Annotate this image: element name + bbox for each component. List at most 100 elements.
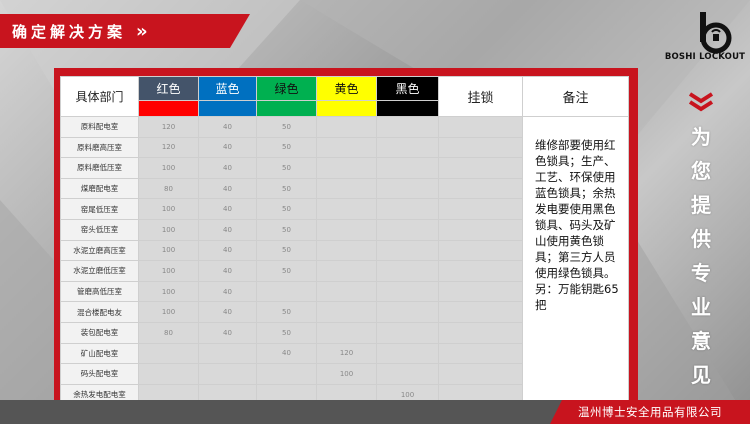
value-cell: 100 <box>138 239 199 262</box>
slogan-char: 您 <box>691 159 711 183</box>
value-cell <box>376 363 439 385</box>
value-cell <box>376 260 439 282</box>
value-cell <box>198 363 257 385</box>
value-cell: 120 <box>316 342 377 365</box>
note-text: 维修部要使用红色锁具；生产、工艺、环保使用蓝色锁具；余热发电要使用黑色锁具、码头… <box>535 138 616 280</box>
value-cell: 40 <box>198 198 257 220</box>
value-cell <box>316 301 377 323</box>
footer-company-banner: 温州博士安全用品有限公司 <box>550 400 750 424</box>
value-cell <box>316 280 377 303</box>
color-swatch-3 <box>316 100 377 117</box>
lock-cell <box>438 363 523 385</box>
dept-cell: 矿山配电室 <box>60 342 139 365</box>
value-cell <box>316 116 377 138</box>
value-cell <box>316 198 377 220</box>
value-cell <box>376 342 439 365</box>
value-cell: 50 <box>256 239 317 262</box>
value-cell <box>376 218 439 241</box>
lock-cell <box>438 218 523 241</box>
header-note: 备注 <box>522 76 629 117</box>
value-cell <box>376 239 439 262</box>
value-cell: 120 <box>138 136 199 159</box>
value-cell: 40 <box>198 177 257 200</box>
value-cell <box>376 177 439 200</box>
value-cell: 40 <box>198 218 257 241</box>
slogan-char: 意 <box>691 329 711 353</box>
lock-cell <box>438 342 523 365</box>
lock-cell <box>438 301 523 323</box>
value-cell: 100 <box>138 198 199 220</box>
value-cell: 100 <box>316 363 377 385</box>
value-cell <box>316 177 377 200</box>
value-cell: 40 <box>256 342 317 365</box>
dept-cell: 水泥立磨高压室 <box>60 239 139 262</box>
title-banner: 确定解决方案 » <box>0 14 250 48</box>
color-swatch-1 <box>198 100 257 117</box>
value-cell: 50 <box>256 218 317 241</box>
lock-cell <box>438 321 523 344</box>
value-cell <box>316 136 377 159</box>
double-chevron-down-icon <box>688 92 714 112</box>
logo-text: BOSHI LOCKOUT <box>664 52 746 62</box>
value-cell <box>316 157 377 179</box>
value-cell <box>376 198 439 220</box>
value-cell <box>376 157 439 179</box>
double-chevron-right-icon: » <box>136 20 147 42</box>
dept-cell: 原料配电室 <box>60 116 139 138</box>
value-cell <box>316 239 377 262</box>
value-cell <box>376 280 439 303</box>
value-cell: 40 <box>198 280 257 303</box>
dept-cell: 煤磨配电室 <box>60 177 139 200</box>
value-cell <box>316 218 377 241</box>
value-cell <box>376 116 439 138</box>
value-cell: 50 <box>256 116 317 138</box>
value-cell <box>138 363 199 385</box>
value-cell <box>138 342 199 365</box>
value-cell: 50 <box>256 321 317 344</box>
value-cell: 50 <box>256 136 317 159</box>
value-cell: 50 <box>256 301 317 323</box>
dept-cell: 水泥立磨低压室 <box>60 260 139 282</box>
value-cell: 40 <box>198 239 257 262</box>
value-cell: 40 <box>198 136 257 159</box>
slogan-char: 供 <box>691 227 711 251</box>
lock-cell <box>438 198 523 220</box>
dept-cell: 原料磨高压室 <box>60 136 139 159</box>
slogan-char: 为 <box>691 125 711 149</box>
value-cell: 40 <box>198 301 257 323</box>
dept-cell: 窑头低压室 <box>60 218 139 241</box>
color-swatch-0 <box>138 100 199 117</box>
value-cell <box>376 301 439 323</box>
table-row: 原料配电室 120 40 50 维修部要使用红色锁具；生产、工艺、环保使用蓝色锁具；余热… <box>60 115 629 406</box>
value-cell: 50 <box>256 177 317 200</box>
department-lock-table: 具体部门 红色 蓝色 绿色 黄色 黑色 挂锁 备注 原料配电室 120 40 50 维修部要使用红色锁… <box>60 76 629 406</box>
value-cell: 100 <box>138 260 199 282</box>
lock-cell <box>438 177 523 200</box>
note-extra: 另：万能钥匙65把 <box>535 282 619 312</box>
value-cell: 40 <box>198 260 257 282</box>
header-dept: 具体部门 <box>60 76 139 117</box>
value-cell: 100 <box>138 157 199 179</box>
company-name: 温州博士安全用品有限公司 <box>578 405 722 419</box>
slogan-char: 见 <box>691 363 711 387</box>
value-cell <box>376 321 439 344</box>
slogan-char: 业 <box>691 295 711 319</box>
dept-cell: 窑尾低压室 <box>60 198 139 220</box>
value-cell <box>316 260 377 282</box>
value-cell: 40 <box>198 321 257 344</box>
dept-cell: 混合楼配电友 <box>60 301 139 323</box>
dept-cell: 管磨高低压室 <box>60 280 139 303</box>
dept-cell: 装包配电室 <box>60 321 139 344</box>
page-title: 确定解决方案 <box>12 22 127 41</box>
lock-cell <box>438 136 523 159</box>
note-cell: 维修部要使用红色锁具；生产、工艺、环保使用蓝色锁具；余热发电要使用黑色锁具、码头… <box>522 115 629 406</box>
header-color-3: 黄色 <box>316 76 377 101</box>
value-cell: 40 <box>198 116 257 138</box>
side-slogan: 为您提供专业意见 <box>684 120 718 392</box>
lock-cell <box>438 280 523 303</box>
value-cell: 100 <box>138 218 199 241</box>
lock-cell <box>438 260 523 282</box>
value-cell <box>376 136 439 159</box>
slogan-char: 专 <box>691 261 711 285</box>
value-cell: 50 <box>256 260 317 282</box>
